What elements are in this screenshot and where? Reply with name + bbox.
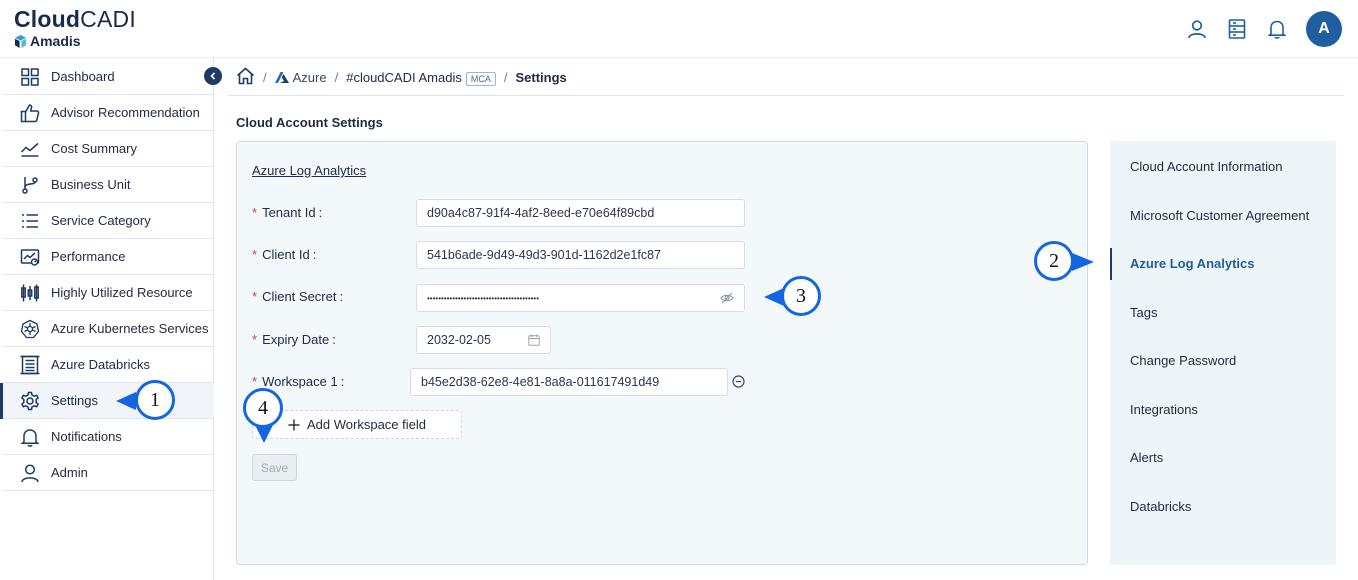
save-button[interactable]: Save [252,454,297,481]
sidebar-item-label: Cost Summary [51,141,137,156]
plus-icon [288,419,300,430]
sidebar-item-label: Admin [51,465,88,480]
sidebar-item-label: Performance [51,249,126,264]
expiry-date-label: * Expiry Date: [252,332,336,347]
sidebar-item-highly-utilized-resource[interactable]: Highly Utilized Resource [3,275,214,311]
tenant-id-label: * Tenant Id: [252,205,323,220]
sidebar-item-label: Highly Utilized Resource [51,285,193,300]
tenant-id-input[interactable] [427,206,734,220]
nav-databricks[interactable]: Databricks [1130,499,1191,514]
nav-cloud-account-information[interactable]: Cloud Account Information [1130,159,1282,174]
section-heading: Azure Log Analytics [252,163,367,178]
sidebar-item-advisor-recommendation[interactable]: Advisor Recommendation [3,95,214,131]
nav-tags[interactable]: Tags [1130,305,1157,320]
branch-icon [19,174,41,196]
thumbs-up-icon [19,102,41,124]
azure-log-analytics-panel: Azure Log Analytics *Tenant Id: *Client … [236,141,1088,565]
sidebar-item-label: Notifications [51,429,122,444]
list-icon [19,210,41,232]
expiry-date-field[interactable]: 2032-02-05 [416,326,551,354]
client-id-field[interactable] [416,241,745,269]
collapse-sidebar-button[interactable] [204,67,222,85]
sidebar-item-admin[interactable]: Admin [3,455,214,491]
sidebar-item-label: Service Category [51,213,151,228]
sidebar-item-label: Settings [51,393,98,408]
add-workspace-button[interactable]: Add Workspace field [252,410,462,439]
dashboard-icon [19,66,41,88]
client-secret-field[interactable]: •••••••••••••••••••••••••••••••••••••••• [416,284,745,312]
sidebar-item-cost-summary[interactable]: Cost Summary [3,131,214,167]
client-secret-input[interactable]: •••••••••••••••••••••••••••••••••••••••• [427,294,539,303]
logo-subtitle: Amadis [14,33,136,49]
sidebar-item-label: Azure Kubernetes Services [51,321,209,336]
mca-badge: MCA [465,71,496,86]
sidebar-item-notifications[interactable]: Notifications [3,419,214,455]
chevron-left-icon [210,72,216,80]
calendar-icon[interactable] [528,334,540,346]
candlestick-icon [19,282,41,304]
breadcrumb: / Azure / #cloudCADI Amadis MCA / Setting… [236,66,567,88]
amadis-cube-icon [14,34,27,48]
callout-pointer [1072,253,1094,271]
sidebar-item-label: Business Unit [51,177,131,192]
callout-3: 3 [781,276,821,316]
active-indicator [1110,248,1112,280]
app-header: CloudCADI Amadis A [0,0,1358,58]
sidebar-item-azure-databricks[interactable]: Azure Databricks [3,347,214,383]
sidebar-item-dashboard[interactable]: Dashboard [3,59,214,95]
sidebar-item-performance[interactable]: Performance [3,239,214,275]
line-chart-icon [19,138,41,160]
workspace-label: * Workspace 1: [252,374,345,389]
callout-pointer [116,392,136,410]
avatar[interactable]: A [1306,11,1342,47]
sidebar-item-service-category[interactable]: Service Category [3,203,214,239]
client-id-label: * Client Id: [252,247,317,262]
nav-azure-log-analytics[interactable]: Azure Log Analytics [1130,256,1254,271]
breadcrumb-account[interactable]: #cloudCADI Amadis MCA [346,70,496,86]
gear-icon [19,390,41,412]
callout-4: 4 [243,388,283,428]
sidebar-item-azure-kubernetes-services[interactable]: Azure Kubernetes Services [3,311,214,347]
client-secret-label: * Client Secret: [252,289,344,304]
nav-alerts[interactable]: Alerts [1130,450,1163,465]
remove-workspace-icon[interactable] [732,375,745,388]
breadcrumb-current: Settings [515,69,567,85]
workspace-field[interactable] [410,368,728,396]
tenant-id-field[interactable] [416,199,745,227]
sidebar-item-label: Advisor Recommendation [51,105,200,120]
sidebar: Dashboard Advisor Recommendation Cost Su… [0,58,222,580]
performance-icon [19,246,41,268]
server-icon[interactable] [1226,18,1248,40]
nav-change-password[interactable]: Change Password [1130,353,1236,368]
workspace-input[interactable] [421,375,717,389]
breadcrumb-azure[interactable]: Azure [274,70,327,85]
sidebar-item-label: Azure Databricks [51,357,150,372]
nav-microsoft-customer-agreement[interactable]: Microsoft Customer Agreement [1130,208,1309,223]
home-icon[interactable] [236,66,255,88]
client-id-input[interactable] [427,248,734,262]
eye-hidden-icon[interactable] [720,292,734,304]
callout-2: 2 [1034,241,1074,281]
databricks-icon [19,354,41,376]
breadcrumb-separator: / [263,69,267,85]
sidebar-item-settings[interactable]: Settings [0,383,214,419]
sidebar-item-label: Dashboard [51,69,115,84]
cloudcadi-logo[interactable]: CloudCADI Amadis [14,6,136,49]
logo-title: CloudCADI [14,6,136,32]
breadcrumb-separator: / [503,69,508,85]
callout-1: 1 [135,380,175,420]
breadcrumb-separator: / [334,69,339,85]
page-title: Cloud Account Settings [236,115,383,130]
bell-icon [19,426,41,448]
azure-logo-icon [274,71,289,83]
user-profile-icon[interactable] [1186,18,1208,40]
breadcrumb-divider [228,95,1344,96]
sidebar-item-business-unit[interactable]: Business Unit [3,167,214,203]
expiry-date-input[interactable]: 2032-02-05 [427,333,491,347]
user-icon [19,462,41,484]
bell-icon[interactable] [1266,18,1288,40]
kubernetes-icon [19,318,41,340]
settings-side-nav: Cloud Account Information Microsoft Cust… [1110,141,1336,565]
nav-integrations[interactable]: Integrations [1130,402,1198,417]
